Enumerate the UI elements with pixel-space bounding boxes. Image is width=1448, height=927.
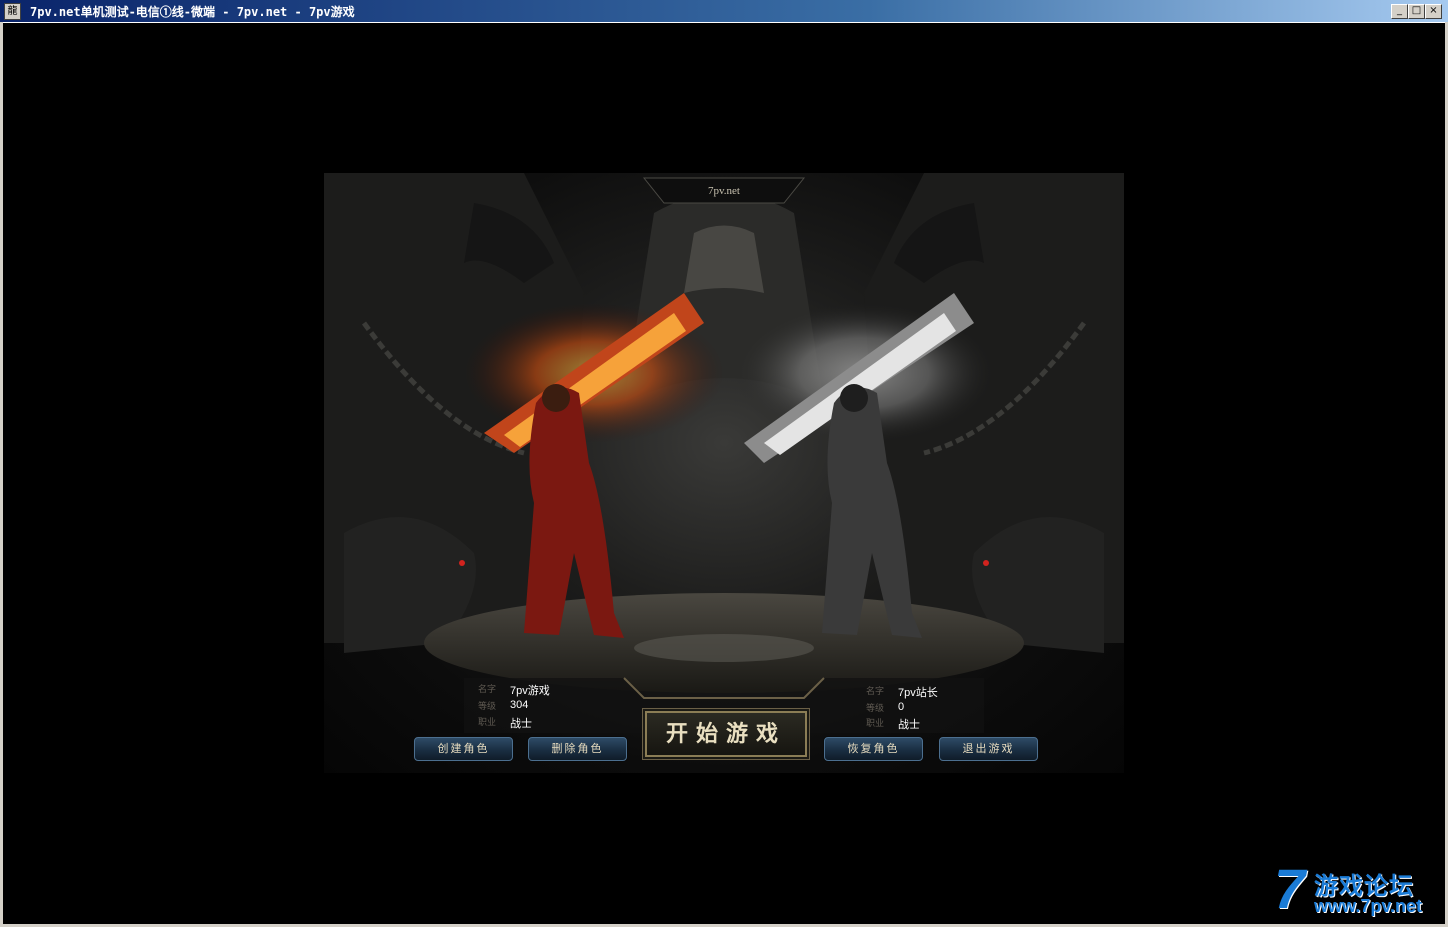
character-name: 7pv站长 (898, 687, 938, 699)
minimize-button[interactable]: _ (1391, 4, 1408, 19)
site-watermark: 7 游戏论坛 www.7pv.net (1274, 857, 1440, 922)
exit-game-button[interactable]: 退出游戏 (939, 737, 1038, 761)
character-class: 战士 (510, 718, 532, 730)
watermark-logo-7: 7 (1274, 857, 1306, 920)
create-character-button[interactable]: 创建角色 (414, 737, 513, 761)
watermark-url: www.7pv.net (1314, 896, 1423, 916)
character-select-screen: 7pv.net 名字 7pv游戏 等级 304 职业 战士 名字 7pv站长 等… (324, 173, 1124, 773)
character-level: 0 (898, 701, 905, 713)
maximize-button[interactable]: □ (1408, 4, 1425, 19)
character-name: 7pv游戏 (510, 685, 550, 697)
window-title: 7pv.net单机测试-电信①线-微端 - 7pv.net - 7pv游戏 (30, 5, 355, 19)
character-level: 304 (510, 699, 529, 711)
level-label: 等级 (866, 703, 885, 713)
restore-character-button[interactable]: 恢复角色 (824, 737, 923, 761)
class-label: 职业 (866, 718, 885, 728)
server-name-label: 7pv.net (708, 185, 740, 197)
name-label: 名字 (478, 684, 497, 694)
close-button[interactable]: × (1425, 4, 1442, 19)
title-bar[interactable]: 龍 7pv.net单机测试-电信①线-微端 - 7pv.net - 7pv游戏 … (0, 0, 1448, 23)
name-label: 名字 (866, 686, 885, 696)
character-class: 战士 (898, 719, 920, 731)
app-icon[interactable]: 龍 (4, 3, 21, 20)
class-label: 职业 (478, 717, 497, 727)
delete-character-button[interactable]: 删除角色 (528, 737, 627, 761)
start-game-button[interactable]: 开始游戏 (645, 711, 807, 757)
level-label: 等级 (478, 701, 497, 711)
scene-background (324, 173, 1124, 733)
